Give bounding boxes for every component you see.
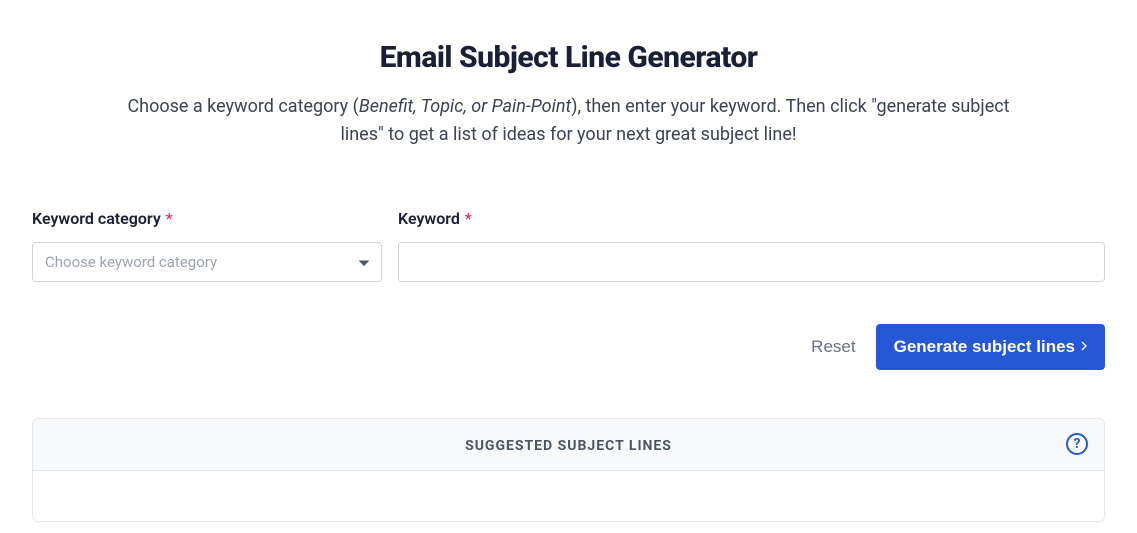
help-icon[interactable]: ? [1066,433,1088,455]
required-mark: * [465,209,472,228]
keyword-input[interactable] [398,242,1105,282]
form-row: Keyword category * Choose keyword catego… [32,209,1105,282]
keyword-category-label: Keyword category * [32,209,382,228]
results-header: SUGGESTED SUBJECT LINES ? [33,419,1104,471]
keyword-category-select[interactable]: Choose keyword category [32,242,382,282]
generate-button[interactable]: Generate subject lines [876,324,1105,370]
page-title: Email Subject Line Generator [32,40,1105,75]
results-body [33,471,1104,521]
keyword-group: Keyword * [398,209,1105,282]
results-panel: SUGGESTED SUBJECT LINES ? [32,418,1105,522]
label-text: Keyword [398,209,460,228]
subtitle-text-emphasis: Benefit, Topic, or Pain-Point [359,96,571,117]
keyword-label: Keyword * [398,209,1105,228]
page-subtitle: Choose a keyword category (Benefit, Topi… [109,93,1029,149]
label-text: Keyword category [32,209,161,228]
required-mark: * [166,209,173,228]
keyword-category-group: Keyword category * Choose keyword catego… [32,209,382,282]
keyword-category-select-wrapper: Choose keyword category [32,242,382,282]
select-placeholder: Choose keyword category [45,253,217,271]
reset-button[interactable]: Reset [811,337,855,357]
results-title: SUGGESTED SUBJECT LINES [465,438,672,454]
page-header: Email Subject Line Generator Choose a ke… [32,40,1105,149]
caret-right-icon [1081,340,1087,354]
generate-button-label: Generate subject lines [894,337,1075,357]
actions-row: Reset Generate subject lines [32,324,1105,370]
subtitle-text-pre: Choose a keyword category ( [127,96,358,117]
